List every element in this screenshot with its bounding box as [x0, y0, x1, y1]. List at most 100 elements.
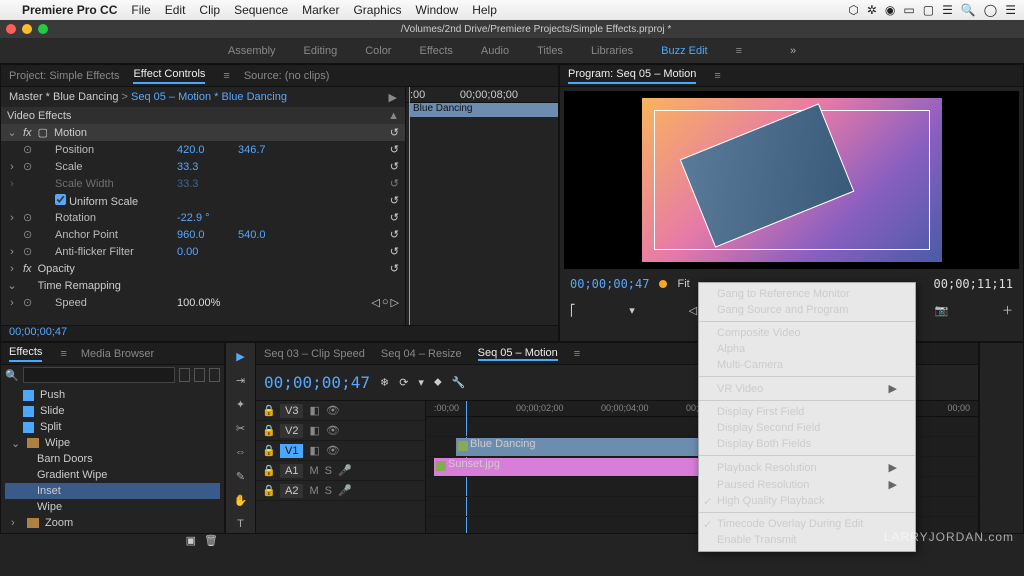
reset-icon[interactable]: ↺	[390, 245, 399, 258]
menu-marker[interactable]: Marker	[302, 3, 339, 17]
ctx-paused-res[interactable]: Paused Resolution▶	[699, 476, 915, 493]
close-button[interactable]	[6, 24, 16, 34]
lock-icon[interactable]: 🔒	[262, 404, 274, 417]
wrench-icon[interactable]: 🔧	[452, 376, 466, 389]
lock-icon[interactable]: 🔒	[262, 464, 274, 477]
rotation-value[interactable]: -22.9 °	[177, 212, 232, 224]
button-editor-icon[interactable]: ＋	[1002, 302, 1013, 318]
menu-file[interactable]: File	[131, 3, 150, 17]
menu-sequence[interactable]: Sequence	[234, 3, 288, 17]
mic-icon[interactable]: 🎤	[338, 484, 352, 497]
seq-tab-04[interactable]: Seq 04 – Resize	[381, 348, 462, 360]
airplay-icon[interactable]: ▢	[923, 3, 934, 17]
lock-icon[interactable]: 🔒	[262, 444, 274, 457]
ripple-tool-icon[interactable]: ✦	[232, 395, 250, 413]
track-v1[interactable]: V1	[280, 444, 303, 458]
filter-accel-icon[interactable]	[179, 368, 190, 382]
time-remap-label[interactable]: Time Remapping	[38, 280, 121, 292]
disclosure-icon[interactable]: ⌄	[7, 126, 17, 139]
program-canvas[interactable]	[642, 98, 942, 262]
kf-next-icon[interactable]: ▷	[391, 296, 399, 309]
uniform-scale-checkbox[interactable]	[55, 194, 66, 205]
mute-icon[interactable]: M	[309, 485, 318, 497]
eye-icon[interactable]: 👁	[326, 444, 338, 457]
filter-yuv-icon[interactable]	[209, 368, 220, 382]
ws-effects[interactable]: Effects	[419, 45, 452, 57]
ctx-timecode-overlay[interactable]: ✓Timecode Overlay During Edit	[699, 516, 915, 532]
linked-sel-icon[interactable]: ⟳	[399, 376, 408, 389]
minimize-button[interactable]	[22, 24, 32, 34]
effect-inset[interactable]: Inset	[37, 485, 61, 497]
ec-master[interactable]: Master * Blue Dancing	[9, 91, 118, 103]
program-tc-left[interactable]: 00;00;00;47	[570, 277, 649, 291]
kf-prev-icon[interactable]: ◁	[371, 296, 379, 309]
effect-barn-doors[interactable]: Barn Doors	[37, 453, 93, 465]
program-viewer[interactable]	[564, 91, 1019, 269]
speed-value[interactable]: 100.00%	[177, 297, 232, 309]
opacity-label[interactable]: Opacity	[38, 263, 75, 275]
reset-icon[interactable]: ↺	[390, 160, 399, 173]
wifi-icon[interactable]: ◉	[885, 3, 895, 17]
panel-menu-icon[interactable]: ≡	[60, 348, 66, 360]
dropbox-icon[interactable]: ⬡	[848, 3, 858, 17]
slip-tool-icon[interactable]: ⇔	[232, 443, 250, 461]
ec-playhead[interactable]	[409, 87, 410, 325]
reset-icon[interactable]: ↺	[390, 126, 399, 139]
ctx-multi-camera[interactable]: Multi-Camera	[699, 357, 915, 373]
ec-toggle-icon[interactable]: ▲	[388, 110, 399, 122]
type-tool-icon[interactable]: T	[232, 515, 250, 533]
ws-titles[interactable]: Titles	[537, 45, 563, 57]
kf-add-icon[interactable]: ○	[382, 296, 389, 309]
tab-media-browser[interactable]: Media Browser	[81, 348, 154, 360]
notif-icon[interactable]: ☰	[1005, 3, 1016, 17]
mute-icon[interactable]: M	[309, 465, 318, 477]
add-marker-icon[interactable]: ▾	[629, 304, 635, 317]
step-back-icon[interactable]: ◁	[689, 304, 697, 317]
reset-icon[interactable]: ↺	[390, 262, 399, 275]
motion-crop-icon[interactable]: ▢	[38, 126, 48, 139]
tab-effects[interactable]: Effects	[9, 346, 42, 362]
toggle-output-icon[interactable]: ◧	[309, 404, 319, 417]
ctx-composite-video[interactable]: Composite Video	[699, 325, 915, 341]
ec-timecode[interactable]: 00;00;00;47	[1, 325, 558, 341]
seq-tab-05[interactable]: Seq 05 – Motion	[478, 347, 558, 361]
ws-editing[interactable]: Editing	[304, 45, 338, 57]
track-a2[interactable]: A2	[280, 484, 303, 498]
reset-icon[interactable]: ↺	[390, 143, 399, 156]
filter-32bit-icon[interactable]	[194, 368, 205, 382]
track-v3[interactable]: V3	[280, 404, 303, 418]
stopwatch-icon[interactable]: ⊙	[23, 228, 35, 241]
seq-tab-03[interactable]: Seq 03 – Clip Speed	[264, 348, 365, 360]
ec-sequence[interactable]: Seq 05 – Motion * Blue Dancing	[131, 91, 287, 103]
eye-icon[interactable]: 👁	[326, 424, 338, 437]
effect-split[interactable]: Split	[40, 421, 61, 433]
ws-audio[interactable]: Audio	[481, 45, 509, 57]
fx-badge[interactable]: fx	[23, 127, 32, 139]
position-y[interactable]: 346.7	[238, 144, 293, 156]
pen-tool-icon[interactable]: ✎	[232, 467, 250, 485]
anchor-x[interactable]: 960.0	[177, 229, 232, 241]
effect-controls-timeline[interactable]: :00 00;00;08;00 Blue Dancing	[406, 87, 558, 325]
tab-project[interactable]: Project: Simple Effects	[9, 70, 119, 82]
ctx-enable-transmit[interactable]: Enable Transmit	[699, 532, 915, 548]
app-name[interactable]: Premiere Pro CC	[22, 3, 117, 17]
lock-icon[interactable]: 🔒	[262, 424, 274, 437]
program-tab[interactable]: Program: Seq 05 – Motion	[568, 68, 696, 84]
fx-badge[interactable]: fx	[23, 263, 32, 275]
menu-window[interactable]: Window	[416, 3, 459, 17]
fit-dropdown[interactable]: Fit	[677, 278, 689, 290]
panel-menu-icon[interactable]: ≡	[714, 70, 720, 82]
eye-icon[interactable]: 👁	[326, 404, 338, 417]
antiflicker-value[interactable]: 0.00	[177, 246, 232, 258]
scale-value[interactable]: 33.3	[177, 161, 232, 173]
zoom-button[interactable]	[38, 24, 48, 34]
menu-clip[interactable]: Clip	[199, 3, 220, 17]
effect-wipe[interactable]: Wipe	[37, 501, 62, 513]
settings-icon[interactable]: ⬥	[434, 376, 442, 389]
tab-effect-controls[interactable]: Effect Controls	[133, 68, 205, 84]
stopwatch-icon[interactable]: ⊙	[23, 296, 35, 309]
ws-buzz-edit[interactable]: Buzz Edit	[661, 45, 707, 57]
folder-zoom[interactable]: Zoom	[45, 517, 73, 529]
toggle-output-icon[interactable]: ◧	[309, 444, 319, 457]
anchor-y[interactable]: 540.0	[238, 229, 293, 241]
